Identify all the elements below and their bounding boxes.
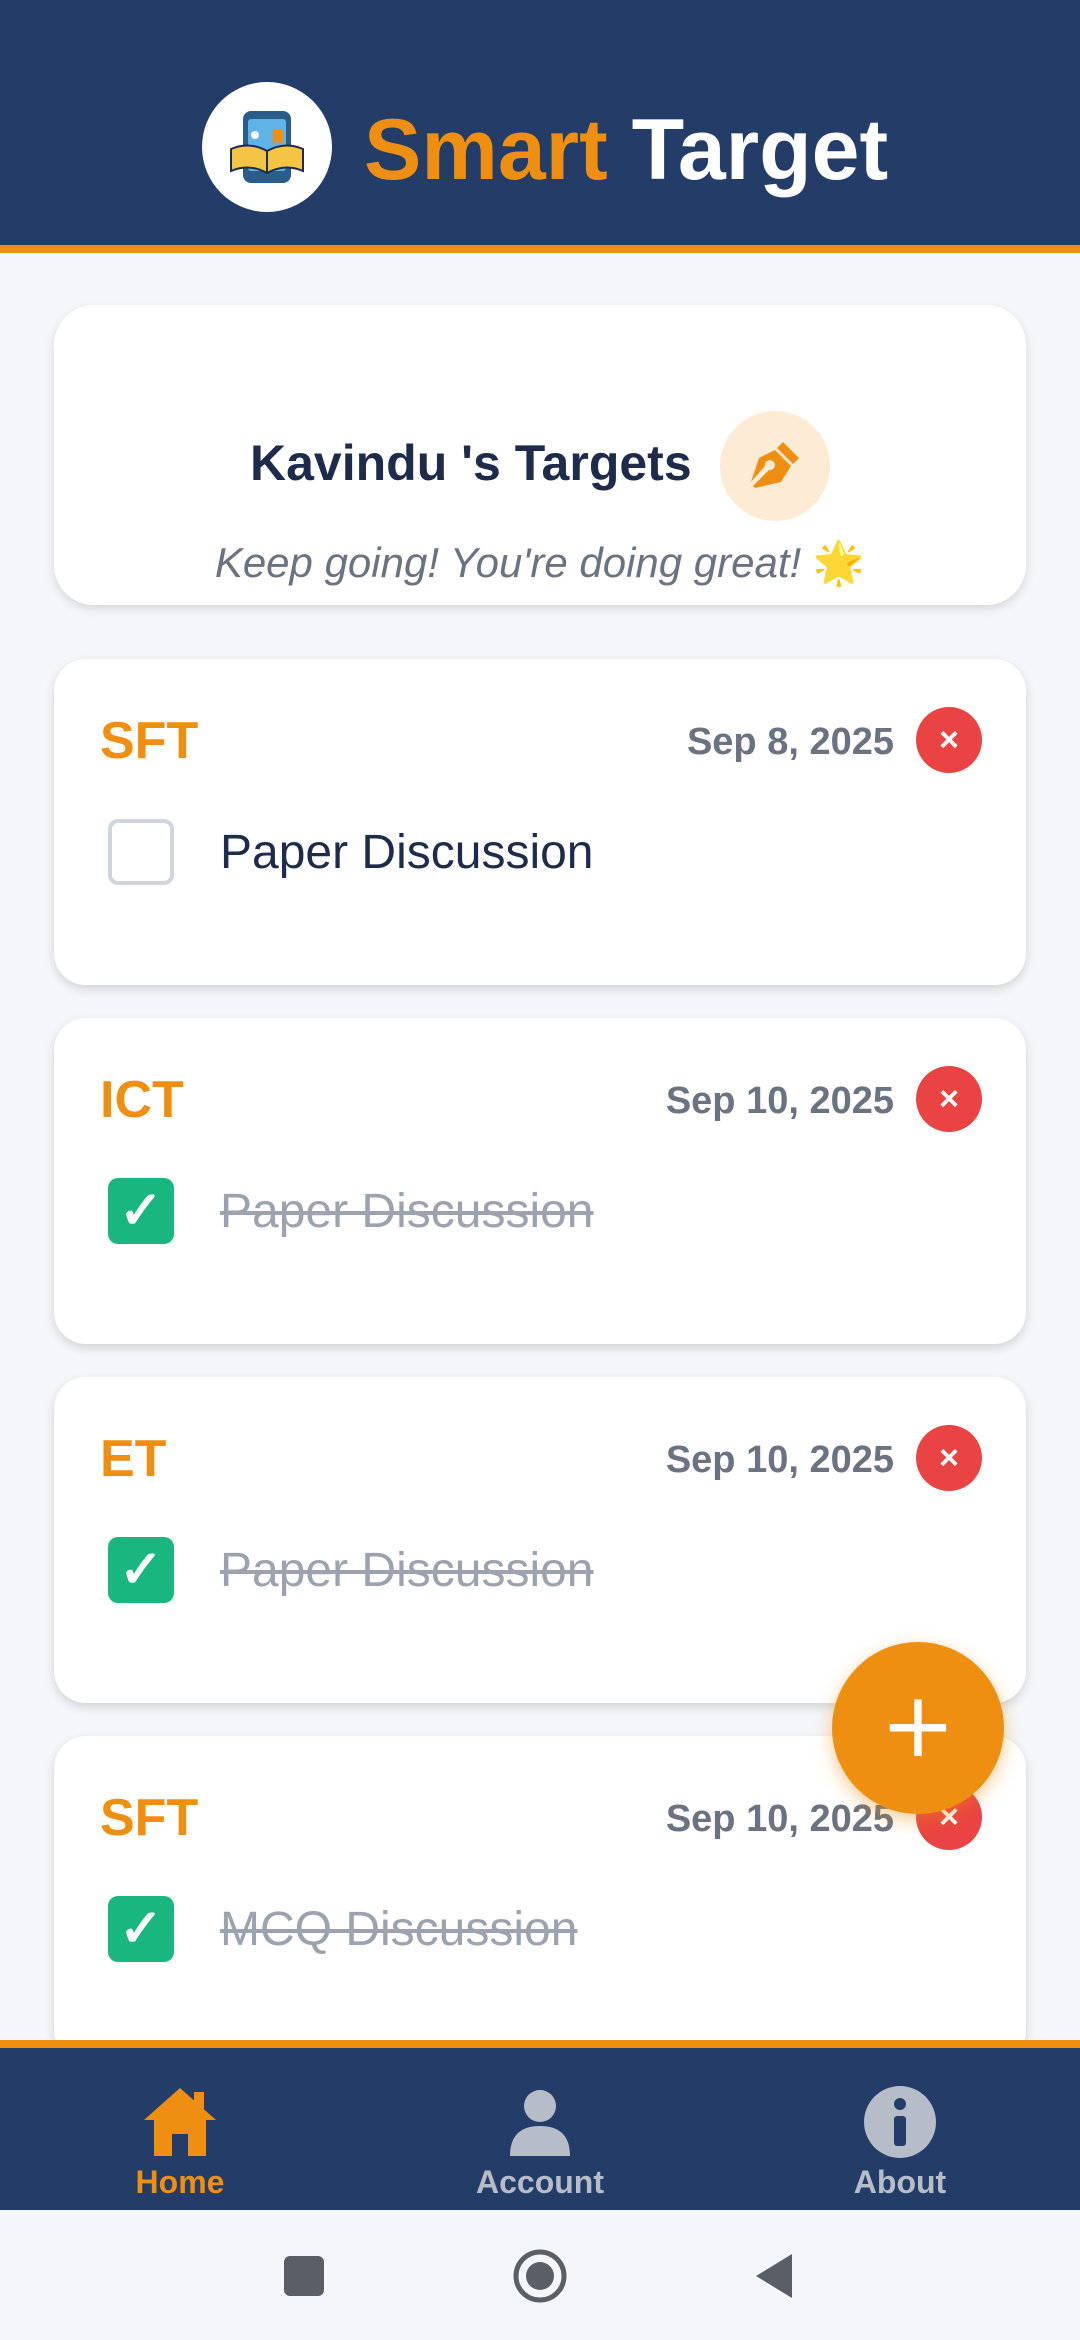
bottom-nav: Home Account About xyxy=(0,2040,1080,2210)
back-icon[interactable] xyxy=(746,2246,806,2306)
app-title-part1: Smart xyxy=(364,102,608,198)
info-icon xyxy=(864,2086,936,2158)
nav-label-account: Account xyxy=(476,2164,604,2200)
task-date: Sep 10, 2025 xyxy=(665,1798,894,1840)
add-target-button[interactable]: + xyxy=(832,1642,1004,1814)
greeting-subtitle: Keep going! You're doing great! 🌟 xyxy=(54,537,1026,589)
greeting-subtitle-text: Keep going! You're doing great! xyxy=(214,539,802,586)
task-checkbox[interactable] xyxy=(108,819,174,885)
app-title: Smart Target xyxy=(364,100,888,200)
task-card: ICT Sep 10, 2025 × ✓ Paper Discussion xyxy=(54,1018,1026,1344)
task-card: SFT Sep 8, 2025 × Paper Discussion xyxy=(54,659,1026,985)
task-subject: ICT xyxy=(100,1071,184,1129)
nav-item-home[interactable]: Home xyxy=(0,2056,360,2216)
delete-button[interactable]: × xyxy=(916,707,982,773)
delete-button[interactable]: × xyxy=(916,1066,982,1132)
delete-button[interactable]: × xyxy=(916,1425,982,1491)
system-nav-bar xyxy=(0,2210,1080,2340)
pen-badge xyxy=(720,411,830,521)
recents-icon[interactable] xyxy=(274,2246,334,2306)
nav-label-home: Home xyxy=(135,2164,225,2200)
nav-item-about[interactable]: About xyxy=(720,2056,1080,2216)
task-checkbox[interactable]: ✓ xyxy=(108,1537,174,1603)
task-subject: ET xyxy=(100,1430,167,1488)
home-system-icon[interactable] xyxy=(510,2246,570,2306)
task-checkbox[interactable]: ✓ xyxy=(108,1178,174,1244)
task-date: Sep 10, 2025 xyxy=(665,1080,894,1122)
task-date: Sep 8, 2025 xyxy=(686,721,894,763)
nav-item-account[interactable]: Account xyxy=(360,2056,720,2216)
app-title-part2: Target xyxy=(631,102,889,198)
star-emoji: 🌟 xyxy=(812,539,866,586)
task-subject: SFT xyxy=(100,712,199,770)
task-subject: SFT xyxy=(100,1789,199,1847)
user-icon xyxy=(510,2090,570,2156)
nav-label-about: About xyxy=(853,2164,947,2200)
task-text: Paper Discussion xyxy=(220,1544,594,1597)
task-text: MCQ Discussion xyxy=(220,1903,578,1956)
task-text: Paper Discussion xyxy=(220,826,594,879)
greeting-card: Kavindu 's Targets Keep going! You're do… xyxy=(54,305,1026,605)
task-date: Sep 10, 2025 xyxy=(665,1439,894,1481)
pen-nib-icon xyxy=(751,442,799,488)
task-text: Paper Discussion xyxy=(220,1185,594,1238)
app-header: Smart Target xyxy=(0,0,1080,253)
task-checkbox[interactable]: ✓ xyxy=(108,1896,174,1962)
app-logo xyxy=(202,82,332,212)
home-icon xyxy=(144,2088,216,2156)
app-logo-icon xyxy=(230,111,304,183)
greeting-title: Kavindu 's Targets xyxy=(250,435,692,491)
